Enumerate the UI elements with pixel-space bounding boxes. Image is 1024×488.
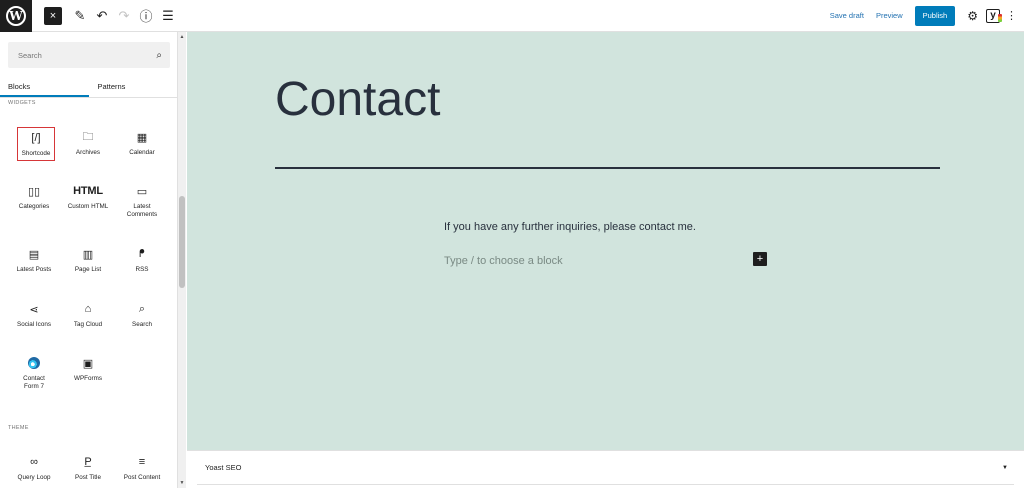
block-label: Categories [18,203,50,210]
search-input[interactable] [8,50,138,60]
section-title-theme: THEME [8,425,29,431]
inserter-tabs: Blocks Patterns [0,76,178,98]
block-label: Search [132,321,152,328]
preview-button[interactable]: Preview [876,11,903,20]
pencil-icon: ✎ [74,7,86,23]
undo-icon: ↶ [96,7,108,23]
plus-icon: + [756,253,764,265]
block-calendar[interactable]: ▦ Calendar [123,129,161,157]
share-icon: ⋖ [29,303,39,316]
block-label: Calendar [129,149,155,156]
block-label: Post Content [123,474,161,481]
block-archives[interactable]: 🗀 Archives [69,129,107,157]
block-query-loop[interactable]: ∞ Query Loop [15,454,53,482]
tag-icon: ⌂ [84,303,92,315]
block-label: Contact Form 7 [23,375,45,390]
comment-icon: ▭ [136,185,148,198]
html-icon: HTML [73,185,103,197]
scroll-down-arrow[interactable]: ▼ [178,480,186,486]
block-wpforms[interactable]: ▣ WPForms [69,355,107,383]
editor-header: W × ✎ ↶ ↷ ⓘ ☰ Save draft Preview Publish… [0,0,1024,32]
tab-blocks[interactable]: Blocks [0,76,89,97]
block-label: Shortcode [21,150,51,157]
post-content-icon: ≡ [138,456,146,468]
add-block-button[interactable]: + [753,252,767,266]
block-label: Social Icons [17,321,51,328]
block-rss[interactable]: ᖰ RSS [123,246,161,274]
block-latest-comments[interactable]: ▭ Latest Comments [123,183,161,219]
block-label: Latest Posts [16,266,52,273]
editor-canvas: Contact If you have any further inquirie… [187,32,1024,450]
redo-icon: ↷ [118,7,130,23]
block-label: Post Title [75,474,101,481]
block-latest-posts[interactable]: ▤ Latest Posts [15,246,53,274]
yoast-icon[interactable]: y [986,8,1002,23]
tab-patterns[interactable]: Patterns [89,76,178,97]
block-page-list[interactable]: ▥ Page List [69,246,107,274]
yoast-letter: y [990,10,996,21]
list-view-button[interactable]: ☰ [158,0,178,32]
block-shortcode[interactable]: [/] Shortcode [17,127,55,161]
block-label: Query Loop [17,474,51,481]
header-settings: Save draft Preview Publish ⚙ y ⋮ [830,5,1024,26]
shortcode-icon: [/] [31,132,41,144]
page-list-icon: ▥ [82,248,94,261]
block-label: Tag Cloud [73,321,103,328]
block-categories[interactable]: ▯▯ Categories [15,183,53,211]
block-label: Custom HTML [67,203,109,210]
block-custom-html[interactable]: HTML Custom HTML [66,183,110,211]
metabox-header[interactable]: Yoast SEO ▼ [197,451,1014,485]
options-icon[interactable]: ⋮ [1006,9,1017,22]
block-search: ⌕ [8,42,170,68]
scrollbar-thumb[interactable] [179,196,185,288]
block-label: Latest Comments [126,203,158,218]
latest-posts-icon: ▤ [28,248,40,261]
wpforms-icon: ▣ [82,357,94,370]
redo-button[interactable]: ↷ [114,0,134,32]
chevron-down-icon[interactable]: ▼ [1002,465,1008,471]
close-inserter-button[interactable]: × [44,6,62,25]
gear-icon[interactable]: ⚙ [967,9,978,23]
block-social-icons[interactable]: ⋖ Social Icons [15,301,53,329]
block-label: RSS [135,266,149,273]
post-title-icon: P̲ [84,456,92,468]
contact-form-7-icon [28,355,40,371]
block-label: Page List [74,266,102,273]
block-inserter-panel: ⌕ Blocks Patterns WIDGETS [/] Shortcode … [0,32,178,488]
block-tag-cloud[interactable]: ⌂ Tag Cloud [69,301,107,329]
list-view-icon: ☰ [162,7,174,23]
yoast-seo-metabox: Yoast SEO ▼ [187,450,1024,488]
search-icon: ⌕ [138,302,146,315]
undo-button[interactable]: ↶ [92,0,112,32]
block-label: Archives [75,149,101,156]
rss-icon: ᖰ [139,247,145,260]
metabox-title: Yoast SEO [205,463,242,472]
search-icon: ⌕ [156,49,162,61]
empty-block-placeholder[interactable]: Type / to choose a block [444,255,563,267]
archives-icon: 🗀 [82,130,94,143]
section-title-widgets: WIDGETS [8,100,36,106]
details-button[interactable]: ⓘ [136,0,156,32]
wordpress-logo[interactable]: W [0,0,32,32]
query-loop-icon: ∞ [30,456,38,468]
close-icon: × [49,9,57,22]
calendar-icon: ▦ [136,131,148,144]
block-post-content[interactable]: ≡ Post Content [123,454,161,482]
scroll-up-arrow[interactable]: ▲ [178,34,186,40]
info-icon: ⓘ [139,9,153,24]
block-label: WPForms [74,375,102,382]
categories-icon: ▯▯ [27,185,41,198]
block-contact-form-7[interactable]: Contact Form 7 [15,355,53,391]
tools-button[interactable]: ✎ [70,0,90,32]
paragraph-block[interactable]: If you have any further inquiries, pleas… [444,221,696,233]
block-post-title[interactable]: P̲ Post Title [69,454,107,482]
wordpress-icon: W [6,5,26,26]
save-draft-button[interactable]: Save draft [830,11,864,20]
page-title[interactable]: Contact [275,72,440,127]
publish-button[interactable]: Publish [914,5,956,26]
yoast-score-indicator [998,13,1002,22]
sidebar-scrollbar[interactable]: ▲ ▼ [178,32,186,488]
separator-block[interactable] [275,167,940,169]
block-search[interactable]: ⌕ Search [123,301,161,329]
